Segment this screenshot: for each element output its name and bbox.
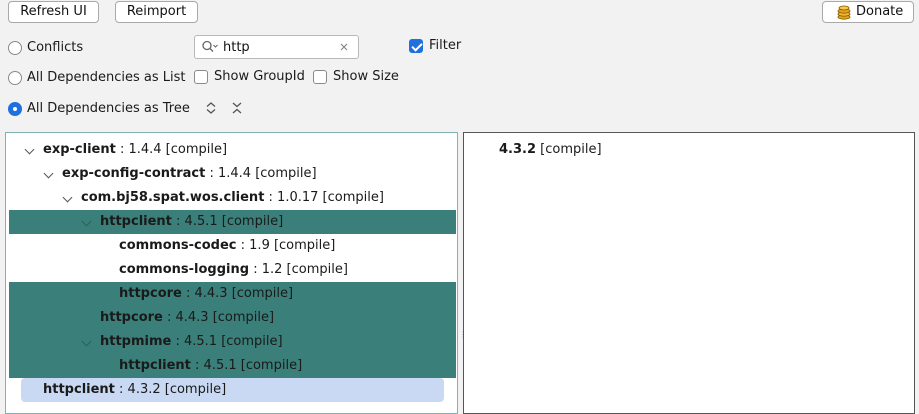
detail-scope: [compile] xyxy=(536,142,602,157)
tree-node-name: httpclient xyxy=(100,214,172,229)
tree-label[interactable]: All Dependencies as Tree xyxy=(27,101,190,117)
donate-button[interactable]: Donate xyxy=(822,1,914,23)
panel-splitter[interactable]: ⋮ xyxy=(459,330,467,339)
conflicts-radio[interactable] xyxy=(8,41,22,55)
expand-all-icon[interactable] xyxy=(204,101,218,115)
tree-node-name: exp-client xyxy=(43,142,116,157)
search-icon[interactable] xyxy=(201,39,219,55)
tree-node-name: exp-config-contract xyxy=(62,166,206,181)
tree-radio[interactable] xyxy=(8,102,22,116)
tree-node-version: : 4.4.3 [compile] xyxy=(181,286,294,301)
collapse-all-icon[interactable] xyxy=(230,101,244,115)
filter-label[interactable]: Filter xyxy=(429,38,461,54)
search-field[interactable] xyxy=(194,35,359,59)
filter-checkbox[interactable] xyxy=(409,39,423,53)
tree-node[interactable]: com.bj58.spat.wos.client : 1.0.17 [compi… xyxy=(6,186,457,210)
tree-node-name: httpclient xyxy=(119,358,191,373)
tree-node-version: : 1.2 [compile] xyxy=(249,262,348,277)
tree-node-version: : 4.5.1 [compile] xyxy=(190,358,303,373)
show-groupid-checkbox[interactable] xyxy=(194,70,208,84)
chevron-down-icon[interactable] xyxy=(43,168,54,179)
tree-node[interactable]: httpmime : 4.5.1 [compile] xyxy=(9,330,456,354)
tree-node[interactable]: commons-logging : 1.2 [compile] xyxy=(6,258,457,282)
clear-icon[interactable] xyxy=(338,41,350,53)
tree-node[interactable]: httpclient : 4.3.2 [compile] xyxy=(21,378,444,402)
dependency-tree-panel[interactable]: exp-client : 1.4.4 [compile] exp-config-c… xyxy=(5,132,458,414)
tree-node-version: : 1.9 [compile] xyxy=(236,238,336,253)
chevron-down-icon[interactable] xyxy=(81,216,92,227)
tree-node-name: httpcore xyxy=(119,286,182,301)
tree-node-name: httpcore xyxy=(100,310,163,325)
tree-node-name: httpclient xyxy=(43,382,115,397)
tree-node-version: : 1.0.17 [compile] xyxy=(264,190,384,205)
tree-node-version: : 4.5.1 [compile] xyxy=(171,214,284,229)
tree-node[interactable]: commons-codec : 1.9 [compile] xyxy=(6,234,457,258)
dependency-tree[interactable]: exp-client : 1.4.4 [compile] exp-config-c… xyxy=(6,138,457,402)
tree-node-name: commons-codec xyxy=(119,238,237,253)
tree-node[interactable]: exp-config-contract : 1.4.4 [compile] xyxy=(6,162,457,186)
chevron-down-icon[interactable] xyxy=(81,336,92,347)
tree-node-name: httpmime xyxy=(100,334,172,349)
refresh-ui-button[interactable]: Refresh UI xyxy=(8,1,99,23)
search-input[interactable] xyxy=(223,39,333,55)
reimport-button[interactable]: Reimport xyxy=(115,1,198,23)
tree-node-name: commons-logging xyxy=(119,262,250,277)
coin-stack-icon xyxy=(836,4,852,20)
show-size-checkbox[interactable] xyxy=(313,70,327,84)
tree-node[interactable]: httpclient : 4.5.1 [compile] xyxy=(9,354,456,378)
detail-version: 4.3.2 xyxy=(499,142,537,157)
detail-panel: 4.3.2 [compile] xyxy=(463,132,915,414)
tree-node[interactable]: httpclient : 4.5.1 [compile] xyxy=(9,210,456,234)
detail-entry: 4.3.2 [compile] xyxy=(499,141,602,159)
chevron-down-icon[interactable] xyxy=(62,192,73,203)
tree-node-version: : 4.3.2 [compile] xyxy=(114,382,227,397)
chevron-down-icon[interactable] xyxy=(24,144,35,155)
tree-node-version: : 4.4.3 [compile] xyxy=(162,310,275,325)
tree-node-version: : 1.4.4 [compile] xyxy=(115,142,228,157)
list-label[interactable]: All Dependencies as List xyxy=(27,70,186,86)
tree-node-version: : 4.5.1 [compile] xyxy=(171,334,283,349)
tree-node-version: : 1.4.4 [compile] xyxy=(205,166,317,181)
tree-node[interactable]: httpcore : 4.4.3 [compile] xyxy=(9,282,456,306)
show-groupid-label[interactable]: Show GroupId xyxy=(214,69,305,85)
show-size-label[interactable]: Show Size xyxy=(333,69,399,85)
tree-node-name: com.bj58.spat.wos.client xyxy=(81,190,265,205)
conflicts-label[interactable]: Conflicts xyxy=(27,40,83,56)
tree-node[interactable]: exp-client : 1.4.4 [compile] xyxy=(6,138,457,162)
tree-node[interactable]: httpcore : 4.4.3 [compile] xyxy=(9,306,456,330)
list-radio[interactable] xyxy=(8,71,22,85)
donate-label: Donate xyxy=(856,4,904,19)
